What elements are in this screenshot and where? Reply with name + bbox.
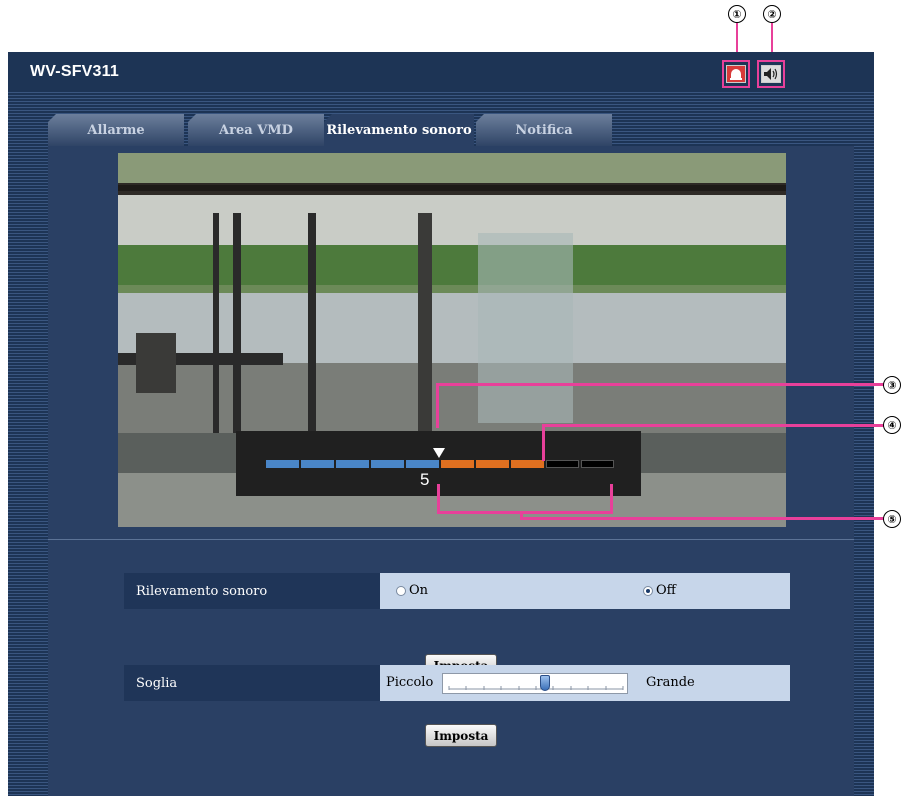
radio-on-button[interactable] bbox=[396, 585, 406, 596]
callout-5-leader-horizontal bbox=[520, 517, 884, 520]
callout-2: ② bbox=[763, 5, 781, 23]
meter-segment bbox=[301, 460, 334, 468]
threshold-slider[interactable] bbox=[442, 673, 628, 694]
meter-segment bbox=[511, 460, 544, 468]
title-bar: WV-SFV311 bbox=[8, 52, 874, 92]
callout-3: ③ bbox=[883, 376, 901, 394]
threshold-apply-button[interactable]: Imposta bbox=[425, 724, 497, 747]
callout-5-leader-right bbox=[610, 484, 613, 514]
threshold-label-text: Soglia bbox=[136, 675, 178, 691]
meter-segment bbox=[406, 460, 439, 468]
callout-5-leader-left bbox=[437, 484, 440, 514]
meter-segment bbox=[546, 460, 579, 468]
tab-label: Notifica bbox=[515, 122, 573, 138]
tab-label: Allarme bbox=[87, 122, 145, 138]
meter-segment bbox=[441, 460, 474, 468]
threshold-min-label: Piccolo bbox=[386, 675, 434, 690]
meter-segment bbox=[371, 460, 404, 468]
radio-on-label: On bbox=[409, 583, 429, 598]
callout-1-leader bbox=[736, 23, 738, 53]
tab-label: Area VMD bbox=[219, 122, 293, 138]
detection-options: On Off bbox=[380, 573, 790, 609]
alarm-icon bbox=[726, 65, 746, 83]
callout-2-leader bbox=[771, 23, 773, 53]
alarm-button[interactable] bbox=[722, 60, 750, 88]
callout-4: ④ bbox=[883, 416, 901, 434]
speaker-button[interactable] bbox=[757, 60, 785, 88]
tab-label: Rilevamento sonoro bbox=[326, 122, 472, 138]
speaker-icon bbox=[761, 65, 781, 83]
tab-notifica[interactable]: Notifica bbox=[476, 114, 612, 146]
callout-3-leader bbox=[436, 383, 884, 386]
tab-area-vmd[interactable]: Area VMD bbox=[188, 114, 324, 146]
threshold-label: Soglia bbox=[124, 665, 380, 701]
radio-off[interactable]: Off bbox=[643, 583, 676, 598]
threshold-slider-thumb[interactable] bbox=[539, 675, 550, 691]
callout-5-leader bbox=[437, 511, 613, 514]
threshold-control: Piccolo Grande bbox=[380, 665, 790, 701]
callout-4-leader-vertical bbox=[542, 424, 545, 461]
settings-panel: 5 Rilevamento sonoro On Off Imposta Sogl… bbox=[48, 146, 854, 796]
section-divider bbox=[48, 539, 854, 540]
meter-segment bbox=[476, 460, 509, 468]
threshold-pointer-icon bbox=[433, 448, 445, 458]
radio-on[interactable]: On bbox=[396, 583, 428, 598]
tab-allarme[interactable]: Allarme bbox=[48, 114, 184, 146]
radio-off-button[interactable] bbox=[643, 585, 653, 596]
detection-label: Rilevamento sonoro bbox=[124, 573, 380, 609]
meter-segment bbox=[336, 460, 369, 468]
callout-3-leader-vertical bbox=[436, 383, 439, 428]
threshold-max-label: Grande bbox=[646, 675, 695, 690]
app-title: WV-SFV311 bbox=[30, 63, 119, 80]
callout-1: ① bbox=[728, 5, 746, 23]
tab-rilevamento-sonoro[interactable]: Rilevamento sonoro bbox=[324, 114, 474, 146]
meter-segment bbox=[581, 460, 614, 468]
camera-live-image: 5 bbox=[118, 153, 786, 527]
detection-label-text: Rilevamento sonoro bbox=[136, 583, 268, 599]
callout-4-leader bbox=[542, 424, 884, 427]
callout-5: ⑤ bbox=[883, 510, 901, 528]
meter-segment bbox=[266, 460, 299, 468]
radio-off-label: Off bbox=[656, 583, 676, 598]
sound-level-value: 5 bbox=[420, 470, 430, 489]
